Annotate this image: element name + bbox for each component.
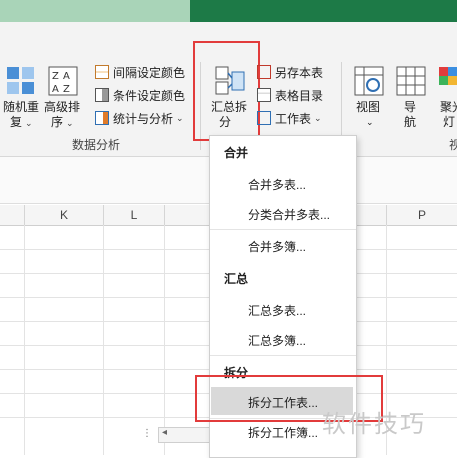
group-label-view: 视 xyxy=(449,138,457,152)
condition-color-label: 条件设定颜色 xyxy=(113,88,186,103)
menu-item-merge-workbooks[interactable]: 合并多簿... xyxy=(248,238,306,255)
grid-line xyxy=(164,225,165,455)
svg-text:A: A xyxy=(63,71,70,82)
title-bar xyxy=(0,0,457,22)
title-bar-tab xyxy=(0,0,190,22)
spotlight-label-1: 聚光 xyxy=(440,100,457,114)
save-as-button[interactable]: 另存本表 xyxy=(257,62,323,82)
spotlight-label-2: 灯 xyxy=(443,115,456,129)
highlight-box-summary xyxy=(193,41,260,141)
column-header-l[interactable]: L xyxy=(104,205,165,226)
save-icon xyxy=(257,65,271,79)
table-directory-label: 表格目录 xyxy=(275,88,324,103)
condition-color-button[interactable]: 条件设定颜色 xyxy=(95,85,185,105)
worksheet-label: 工作表 xyxy=(275,111,312,126)
menu-section-summary: 汇总 xyxy=(224,272,249,286)
stats-analysis-button[interactable]: 统计与分析 ⌄ xyxy=(95,108,184,128)
sheet-tab-more-icon[interactable]: ⋮ xyxy=(142,428,152,439)
table-directory-icon xyxy=(257,88,271,102)
advanced-sort-label-1: 高级排 xyxy=(44,100,81,114)
menu-item-summary-workbooks[interactable]: 汇总多簿... xyxy=(248,332,306,349)
menu-item-split-workbook[interactable]: 拆分工作簿... xyxy=(248,424,318,441)
grid-line xyxy=(103,225,104,455)
chevron-down-icon: ⌄ xyxy=(314,112,322,123)
menu-divider xyxy=(210,355,356,356)
interval-color-label: 间隔设定颜色 xyxy=(113,65,186,80)
view-label: 视图 xyxy=(356,100,381,114)
stats-analysis-label: 统计与分析 xyxy=(113,111,174,126)
svg-text:Z: Z xyxy=(52,71,59,82)
condition-color-icon xyxy=(95,88,109,102)
column-header-k[interactable]: K xyxy=(25,205,104,226)
navigation-icon xyxy=(396,66,426,96)
save-as-label: 另存本表 xyxy=(275,65,324,80)
random-grid-icon xyxy=(7,67,34,94)
random-repeat-label-1: 随机重 xyxy=(3,100,40,114)
svg-text:A: A xyxy=(52,84,59,95)
menu-item-category-merge[interactable]: 分类合并多表... xyxy=(248,206,330,223)
worksheet-icon xyxy=(257,111,271,125)
svg-text:Z: Z xyxy=(63,84,70,95)
view-icon xyxy=(354,66,384,96)
chevron-down-icon: ⌄ xyxy=(366,117,374,127)
navigation-label-2: 航 xyxy=(404,115,417,129)
interval-color-button[interactable]: 间隔设定颜色 xyxy=(95,62,185,82)
chevron-down-icon: ⌄ xyxy=(176,112,184,123)
column-header-p[interactable]: P xyxy=(387,205,457,226)
random-repeat-label-2: 复 ⌄ xyxy=(10,115,33,129)
grid-line xyxy=(24,225,25,455)
table-directory-button[interactable]: 表格目录 xyxy=(257,85,323,105)
spotlight-icon xyxy=(439,67,457,85)
navigation-label-1: 导 xyxy=(404,100,417,114)
scroll-left-icon[interactable]: ◂ xyxy=(162,427,167,438)
watermark-text: 软件技巧 xyxy=(322,411,426,438)
menu-section-merge: 合并 xyxy=(224,146,249,160)
menu-item-summary-sheets[interactable]: 汇总多表... xyxy=(248,302,306,319)
menu-item-merge-sheets[interactable]: 合并多表... xyxy=(248,176,306,193)
stats-analysis-icon xyxy=(95,111,109,125)
sort-az-icon: Z A A Z xyxy=(48,66,78,96)
interval-color-icon xyxy=(95,65,109,79)
worksheet-button[interactable]: 工作表 ⌄ xyxy=(257,108,322,128)
advanced-sort-label-2: 序 ⌄ xyxy=(51,115,74,129)
column-header-blank[interactable] xyxy=(0,205,25,226)
group-label-data-analysis: 数据分析 xyxy=(72,138,121,152)
menu-divider xyxy=(210,229,356,230)
